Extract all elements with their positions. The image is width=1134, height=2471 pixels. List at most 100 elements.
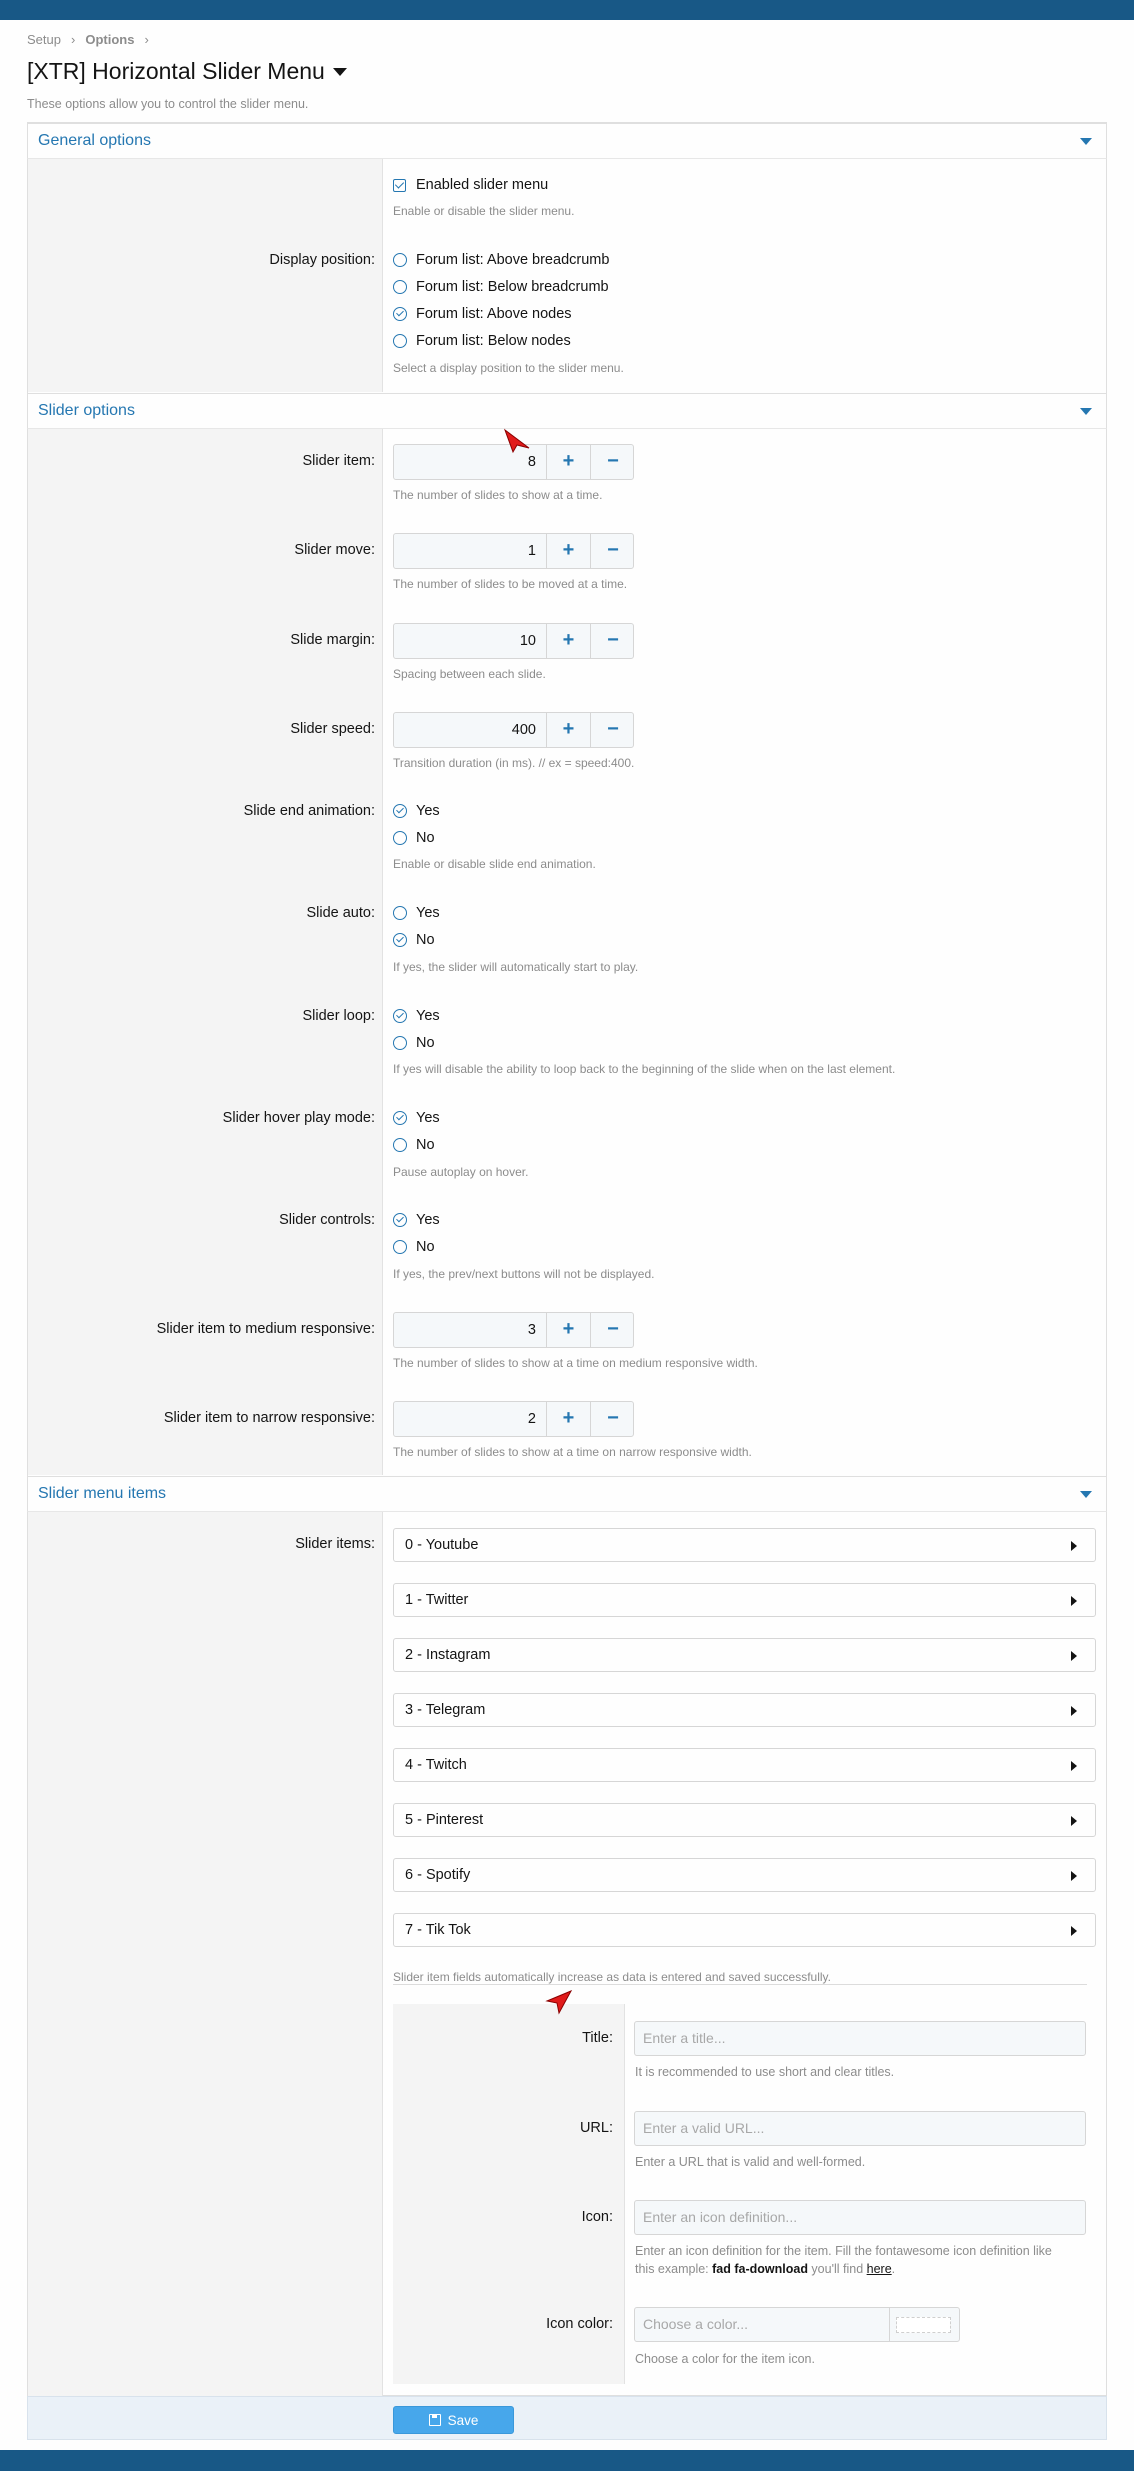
hover-mode-yes[interactable]: Yes bbox=[393, 1110, 440, 1126]
decrement-button[interactable]: − bbox=[591, 445, 635, 479]
end-animation-no[interactable]: No bbox=[393, 830, 435, 846]
chevron-right-icon: › bbox=[144, 32, 149, 47]
position-option-2[interactable]: Forum list: Above nodes bbox=[393, 306, 572, 322]
slide-margin-hint: Spacing between each slide. bbox=[393, 667, 546, 681]
title-input[interactable]: Enter a title... bbox=[634, 2021, 1086, 2056]
item-label: 6 - Spotify bbox=[405, 1867, 471, 1883]
radio-label: No bbox=[416, 1239, 435, 1255]
slider-speed-hint: Transition duration (in ms). // ex = spe… bbox=[393, 756, 635, 770]
icon-input[interactable]: Enter an icon definition... bbox=[634, 2200, 1086, 2235]
enabled-slider-checkbox[interactable]: Enabled slider menu bbox=[393, 177, 548, 193]
slider-item-7[interactable]: 7 - Tik Tok bbox=[393, 1913, 1096, 1947]
decrement-button[interactable]: − bbox=[591, 534, 635, 568]
increment-button[interactable]: + bbox=[547, 1402, 591, 1436]
radio-label: Yes bbox=[416, 905, 440, 921]
caret-right-icon bbox=[1071, 1596, 1077, 1606]
position-option-0[interactable]: Forum list: Above breadcrumb bbox=[393, 252, 609, 268]
title-label: Title: bbox=[582, 2030, 613, 2046]
url-input[interactable]: Enter a valid URL... bbox=[634, 2111, 1086, 2146]
breadcrumb-options[interactable]: Options bbox=[85, 32, 134, 47]
caret-right-icon bbox=[1071, 1706, 1077, 1716]
icon-hint: Enter an icon definition for the item. F… bbox=[635, 2242, 1085, 2278]
narrow-responsive-label: Slider item to narrow responsive: bbox=[163, 1410, 375, 1426]
medium-responsive-input[interactable]: 3 bbox=[394, 1313, 547, 1347]
label-column-slider bbox=[28, 429, 383, 1475]
breadcrumb: Setup › Options › bbox=[27, 32, 159, 47]
position-option-3[interactable]: Forum list: Below nodes bbox=[393, 333, 571, 349]
medium-responsive-hint: The number of slides to show at a time o… bbox=[393, 1356, 758, 1370]
save-button[interactable]: Save bbox=[393, 2406, 514, 2434]
increment-button[interactable]: + bbox=[547, 445, 591, 479]
color-placeholder: Choose a color... bbox=[643, 2316, 749, 2332]
increment-button[interactable]: + bbox=[547, 534, 591, 568]
collapse-icon[interactable] bbox=[1080, 1491, 1092, 1498]
slide-margin-label: Slide margin: bbox=[290, 632, 375, 648]
section-general-options[interactable]: General options bbox=[27, 123, 1107, 159]
slider-controls-yes[interactable]: Yes bbox=[393, 1212, 440, 1228]
radio-label: Forum list: Below nodes bbox=[416, 333, 571, 349]
slider-item-5[interactable]: 5 - Pinterest bbox=[393, 1803, 1096, 1837]
slider-speed-stepper: 400 + − bbox=[393, 712, 634, 748]
slider-item-3[interactable]: 3 - Telegram bbox=[393, 1693, 1096, 1727]
end-animation-label: Slide end animation: bbox=[243, 803, 375, 819]
slider-loop-hint: If yes will disable the ability to loop … bbox=[393, 1062, 896, 1076]
title-hint: It is recommended to use short and clear… bbox=[635, 2065, 895, 2079]
caret-right-icon bbox=[1071, 1541, 1077, 1551]
medium-responsive-stepper: 3 + − bbox=[393, 1312, 634, 1348]
slider-item-6[interactable]: 6 - Spotify bbox=[393, 1858, 1096, 1892]
slide-auto-yes[interactable]: Yes bbox=[393, 905, 440, 921]
hover-mode-hint: Pause autoplay on hover. bbox=[393, 1165, 529, 1179]
icon-color-input[interactable]: Choose a color... bbox=[634, 2307, 960, 2342]
slider-speed-input[interactable]: 400 bbox=[394, 713, 547, 747]
slider-controls-no[interactable]: No bbox=[393, 1239, 435, 1255]
decrement-button[interactable]: − bbox=[591, 624, 635, 658]
hover-mode-label: Slider hover play mode: bbox=[222, 1110, 375, 1126]
radio-checked-icon bbox=[393, 1213, 407, 1227]
slider-move-input[interactable]: 1 bbox=[394, 534, 547, 568]
end-animation-yes[interactable]: Yes bbox=[393, 803, 440, 819]
decrement-button[interactable]: − bbox=[591, 1313, 635, 1347]
slider-loop-yes[interactable]: Yes bbox=[393, 1008, 440, 1024]
slider-item-2[interactable]: 2 - Instagram bbox=[393, 1638, 1096, 1672]
narrow-responsive-stepper: 2 + − bbox=[393, 1401, 634, 1437]
narrow-responsive-input[interactable]: 2 bbox=[394, 1402, 547, 1436]
breadcrumb-setup[interactable]: Setup bbox=[27, 32, 61, 47]
slide-margin-input[interactable]: 10 bbox=[394, 624, 547, 658]
icon-help-link[interactable]: here bbox=[867, 2262, 892, 2276]
section-slider-menu-items[interactable]: Slider menu items bbox=[27, 1476, 1107, 1512]
page-title[interactable]: [XTR] Horizontal Slider Menu bbox=[27, 58, 347, 85]
radio-icon bbox=[393, 253, 407, 267]
caret-right-icon bbox=[1071, 1871, 1077, 1881]
color-picker-button[interactable] bbox=[889, 2308, 959, 2341]
position-option-1[interactable]: Forum list: Below breadcrumb bbox=[393, 279, 609, 295]
slider-item-1[interactable]: 1 - Twitter bbox=[393, 1583, 1096, 1617]
top-bar bbox=[0, 0, 1134, 20]
increment-button[interactable]: + bbox=[547, 713, 591, 747]
radio-icon bbox=[393, 334, 407, 348]
increment-button[interactable]: + bbox=[547, 1313, 591, 1347]
caret-right-icon bbox=[1071, 1816, 1077, 1826]
radio-icon bbox=[393, 1138, 407, 1152]
form-footer bbox=[27, 2396, 1107, 2440]
color-swatch bbox=[896, 2317, 951, 2333]
increment-button[interactable]: + bbox=[547, 624, 591, 658]
radio-label: No bbox=[416, 1035, 435, 1051]
chevron-right-icon: › bbox=[70, 32, 76, 47]
collapse-icon[interactable] bbox=[1080, 138, 1092, 145]
slider-move-hint: The number of slides to be moved at a ti… bbox=[393, 577, 628, 591]
section-slider-options[interactable]: Slider options bbox=[27, 393, 1107, 429]
icon-label: Icon: bbox=[581, 2209, 613, 2225]
slider-item-0[interactable]: 0 - Youtube bbox=[393, 1528, 1096, 1562]
decrement-button[interactable]: − bbox=[591, 1402, 635, 1436]
caret-down-icon[interactable] bbox=[332, 67, 347, 76]
slider-loop-no[interactable]: No bbox=[393, 1035, 435, 1051]
slider-item-4[interactable]: 4 - Twitch bbox=[393, 1748, 1096, 1782]
slide-auto-hint: If yes, the slider will automatically st… bbox=[393, 960, 639, 974]
decrement-button[interactable]: − bbox=[591, 713, 635, 747]
collapse-icon[interactable] bbox=[1080, 408, 1092, 415]
slide-auto-no[interactable]: No bbox=[393, 932, 435, 948]
hover-mode-no[interactable]: No bbox=[393, 1137, 435, 1153]
medium-responsive-label: Slider item to medium responsive: bbox=[156, 1321, 375, 1337]
checkbox-label: Enabled slider menu bbox=[416, 177, 549, 193]
display-position-label: Display position: bbox=[269, 252, 375, 268]
